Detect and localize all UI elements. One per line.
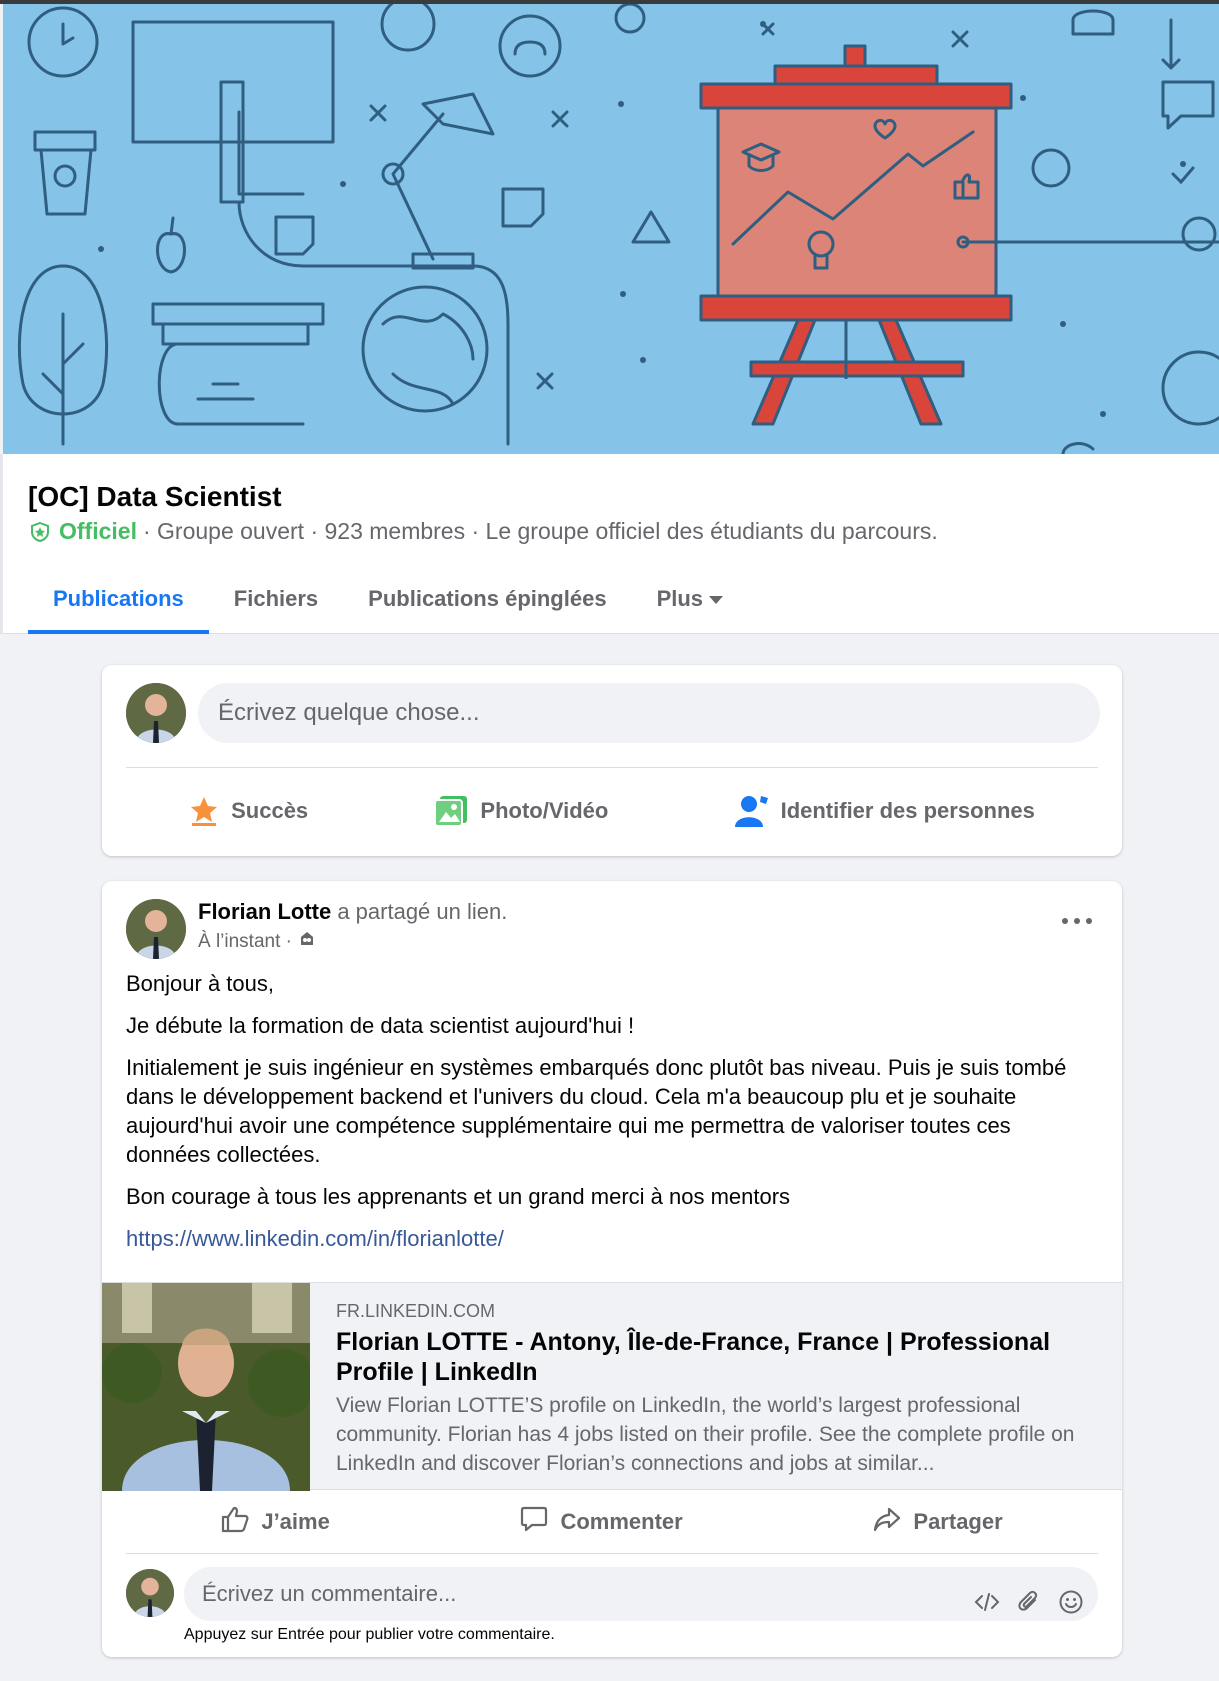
post-paragraph: Initialement je suis ingénieur en systèm… [126, 1055, 1067, 1167]
official-label: Officiel [59, 518, 137, 544]
tag-person-icon [734, 794, 769, 828]
post-paragraph: Bon courage à tous les apprenants et un … [126, 1184, 791, 1209]
more-options-icon[interactable] [1062, 911, 1092, 931]
post-actions: J’aime Commenter Partager [126, 1493, 1098, 1551]
tab-files[interactable]: Fichiers [209, 564, 343, 634]
share-label: Partager [913, 1509, 1003, 1534]
comment-button[interactable]: Commenter [520, 1505, 683, 1539]
user-avatar[interactable] [126, 683, 186, 743]
group-tabs: Publications Fichiers Publications éping… [28, 564, 748, 634]
post-card: Florian Lotte a partagé un lien. À l’ins… [102, 881, 1122, 1657]
comment-label: Commenter [560, 1509, 683, 1534]
group-description: · Groupe ouvert · 923 membres · Le group… [142, 518, 938, 544]
post-body: Bonjour à tous, Je débute la formation d… [126, 969, 1096, 1266]
like-label: J’aime [261, 1509, 330, 1534]
official-badge-icon [29, 521, 51, 543]
tab-label: Publications [53, 586, 184, 611]
author-avatar[interactable] [126, 899, 186, 959]
post-link[interactable]: https://www.linkedin.com/in/florianlotte… [126, 1226, 504, 1251]
code-icon[interactable] [974, 1581, 1000, 1611]
tag-people-label: Identifier des personnes [780, 798, 1035, 823]
tab-more[interactable]: Plus [632, 564, 748, 634]
link-preview-domain: FR.LINKEDIN.COM [336, 1301, 496, 1321]
share-button[interactable]: Partager [873, 1505, 1003, 1539]
photo-video-label: Photo/Vidéo [480, 798, 609, 823]
post-timestamp-row: À l’instant · [198, 931, 316, 953]
tab-label: Fichiers [233, 586, 319, 611]
tab-pinned-posts[interactable]: Publications épinglées [343, 564, 631, 634]
success-label: Succès [231, 798, 309, 823]
success-button[interactable]: Succès [189, 795, 308, 827]
group-title[interactable]: [OC] Data Scientist [28, 481, 282, 513]
photo-video-button[interactable]: Photo/Vidéo [434, 795, 608, 827]
comment-placeholder: Écrivez un commentaire... [202, 1581, 457, 1606]
tab-publications[interactable]: Publications [28, 564, 209, 634]
link-preview[interactable]: FR.LINKEDIN.COM Florian LOTTE - Antony, … [102, 1282, 1122, 1491]
tab-label: Plus [656, 586, 704, 611]
emoji-icon[interactable] [1058, 1581, 1084, 1614]
link-preview-title: Florian LOTTE - Antony, Île-de-France, F… [336, 1328, 1051, 1386]
thumbs-up-icon [221, 1505, 249, 1539]
comment-hint: Appuyez sur Entrée pour publier votre co… [184, 1626, 555, 1643]
post-action-text: a partagé un lien. [331, 899, 508, 924]
author-name[interactable]: Florian Lotte [198, 899, 331, 924]
link-preview-image [102, 1283, 310, 1491]
divider [126, 767, 1098, 768]
post-header: Florian Lotte a partagé un lien. [198, 899, 507, 925]
star-icon [189, 795, 219, 827]
like-button[interactable]: J’aime [221, 1505, 330, 1539]
tab-label: Publications épinglées [368, 586, 607, 611]
tag-people-button[interactable]: Identifier des personnes [734, 794, 1035, 828]
attachment-icon[interactable] [1016, 1581, 1042, 1611]
group-cover-photo[interactable] [3, 4, 1219, 454]
audience-group-icon [298, 931, 316, 953]
post-paragraph: Je débute la formation de data scientist… [126, 1013, 635, 1038]
comment-bubble-icon [520, 1505, 548, 1539]
share-arrow-icon [873, 1505, 901, 1539]
caret-down-icon [709, 596, 724, 605]
post-paragraph: Bonjour à tous, [126, 971, 274, 996]
comment-tools [974, 1567, 1084, 1621]
post-time[interactable]: À l’instant · [198, 931, 292, 953]
composer-input[interactable]: Écrivez quelque chose... [198, 683, 1100, 743]
link-preview-description: View Florian LOTTE’S profile on LinkedIn… [336, 1394, 1075, 1475]
post-composer: Écrivez quelque chose... Succès Photo/Vi… [102, 665, 1122, 856]
divider [126, 1553, 1098, 1554]
composer-actions: Succès Photo/Vidéo Identifier des person… [126, 775, 1098, 847]
group-header: [OC] Data Scientist Officiel · Groupe ou… [0, 454, 1219, 634]
cover-illustration [17, 4, 1219, 454]
group-meta: Officiel · Groupe ouvert · 923 membres ·… [29, 518, 938, 545]
photo-icon [434, 795, 468, 827]
commenter-avatar[interactable] [126, 1569, 174, 1617]
comment-input[interactable]: Écrivez un commentaire... [184, 1567, 1098, 1621]
